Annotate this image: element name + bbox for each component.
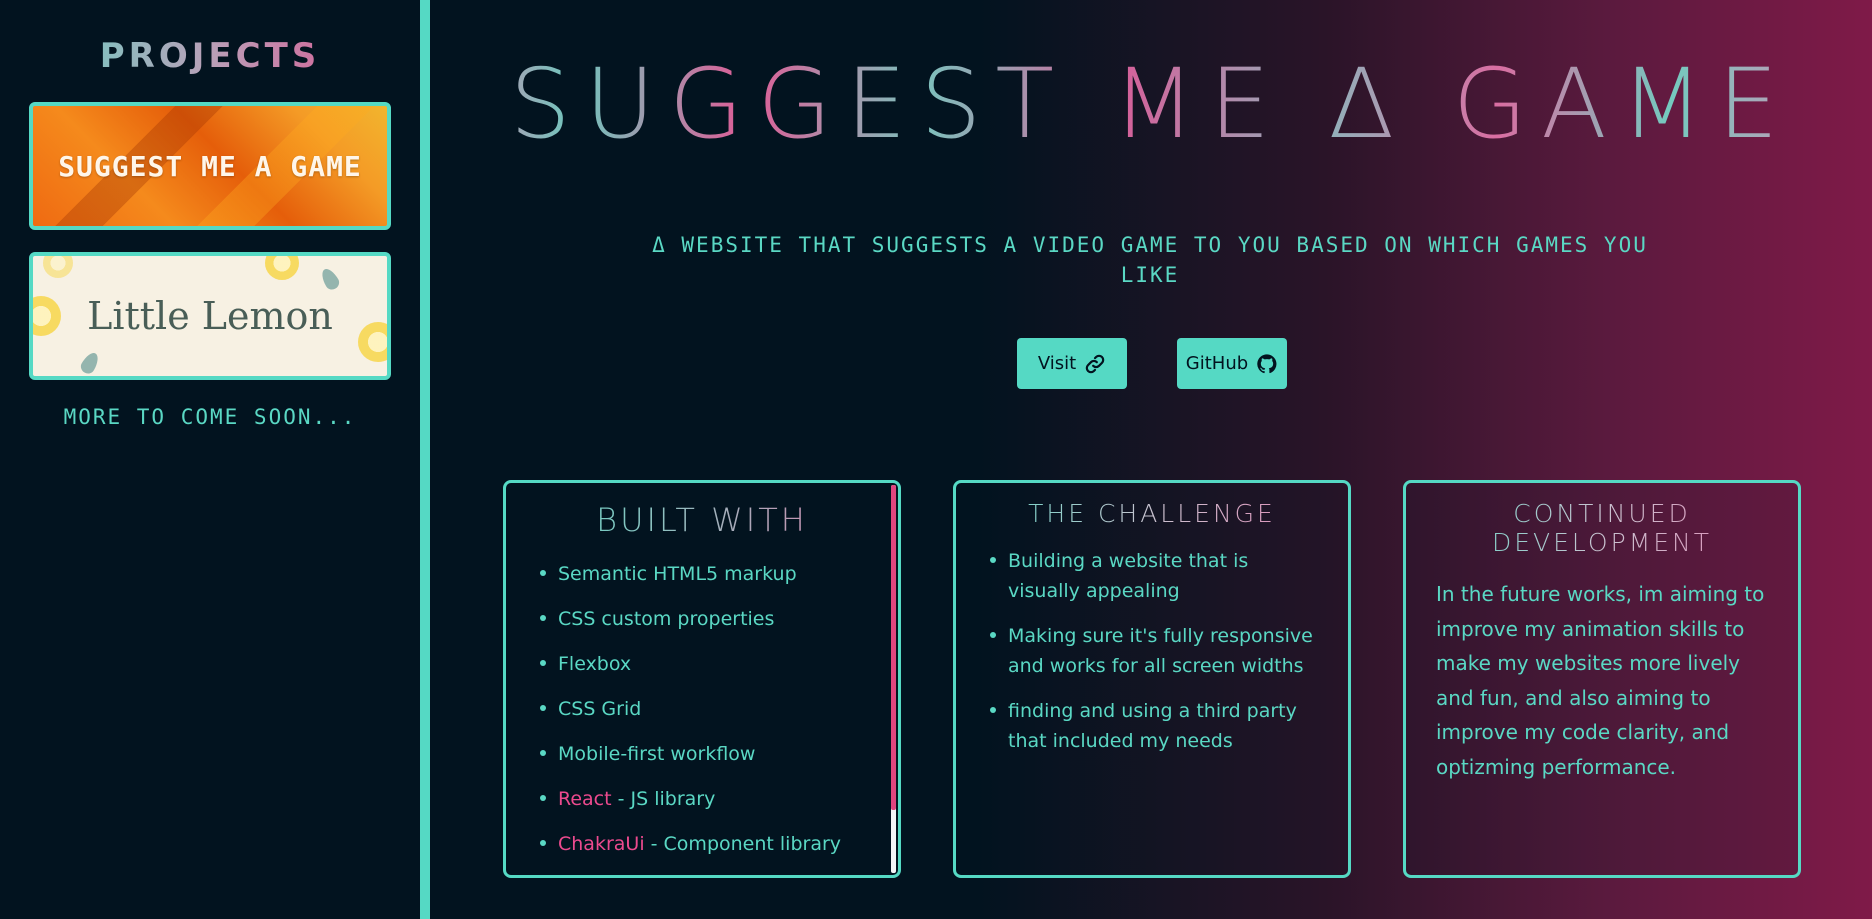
github-button-label: GitHub: [1185, 353, 1249, 374]
challenge-heading: THE CHALLENGE: [956, 499, 1348, 528]
continued-development-panel: CONTINUED DEVELOPMENT In the future work…: [1403, 480, 1801, 878]
more-to-come-text: MORE TO COME SOON...: [63, 405, 357, 429]
list-item: Making sure it's fully responsive and wo…: [986, 621, 1316, 681]
project-detail: SUGGEST ME Δ GAME Δ WEBSITE THAT SUGGEST…: [430, 0, 1872, 919]
list-item-text: - Component library: [644, 833, 842, 855]
built-with-heading: BUILT WITH: [506, 501, 898, 539]
list-item-text: Semantic HTML5 markup: [558, 563, 797, 585]
list-item: Mobile-first workflow: [536, 739, 898, 784]
link-icon: [1085, 354, 1105, 373]
list-item: React - JS library: [536, 784, 898, 829]
challenge-panel: THE CHALLENGE Building a website that is…: [953, 480, 1351, 878]
list-item-text: - JS library: [611, 788, 716, 810]
built-with-panel: BUILT WITH Semantic HTML5 markup CSS cus…: [503, 480, 901, 878]
project-card-label: SUGGEST ME A GAME: [58, 149, 362, 183]
list-item: CSS Grid: [536, 694, 898, 739]
list-item: ChakraUi - Component library: [536, 829, 898, 874]
list-item: Semantic HTML5 markup: [536, 559, 898, 604]
github-button[interactable]: GitHub: [1177, 338, 1287, 389]
list-item-highlight: React: [558, 788, 612, 810]
project-card-little-lemon[interactable]: Little Lemon: [29, 252, 391, 380]
list-item-text: Mobile-first workflow: [558, 743, 756, 765]
list-item-text: CSS Grid: [558, 698, 642, 720]
visit-button-label: Visit: [1037, 353, 1077, 374]
project-title: SUGGEST ME Δ GAME: [430, 56, 1872, 152]
list-item: Flexbox: [536, 649, 898, 694]
list-item: Building a website that is visually appe…: [986, 546, 1316, 606]
project-subtitle: Δ WEBSITE THAT SUGGESTS A VIDEO GAME TO …: [652, 233, 1648, 287]
projects-sidebar: PROJECTS SUGGEST ME A GAME Little Lemon …: [0, 0, 420, 919]
continued-development-text: In the future works, im aiming to improv…: [1436, 582, 1765, 779]
challenge-list: Building a website that is visually appe…: [986, 546, 1316, 756]
list-item-highlight: ChakraUi: [558, 833, 645, 855]
github-icon: [1257, 353, 1277, 373]
project-card-label: Little Lemon: [87, 294, 333, 338]
scrollbar-thumb[interactable]: [891, 485, 896, 810]
list-item: finding and using a third party that inc…: [986, 696, 1316, 756]
sidebar-divider: [420, 0, 430, 919]
list-item: CSS custom properties: [536, 604, 898, 649]
visit-button[interactable]: Visit: [1017, 338, 1127, 389]
sidebar-title: PROJECTS: [0, 36, 420, 76]
list-item-text: CSS custom properties: [558, 608, 775, 630]
project-card-suggest-me-a-game[interactable]: SUGGEST ME A GAME: [29, 102, 391, 230]
panel-scrollbar[interactable]: [891, 485, 896, 873]
built-with-list: Semantic HTML5 markup CSS custom propert…: [536, 559, 898, 874]
continued-development-heading: CONTINUED DEVELOPMENT: [1406, 499, 1798, 557]
list-item-text: Flexbox: [558, 653, 632, 675]
